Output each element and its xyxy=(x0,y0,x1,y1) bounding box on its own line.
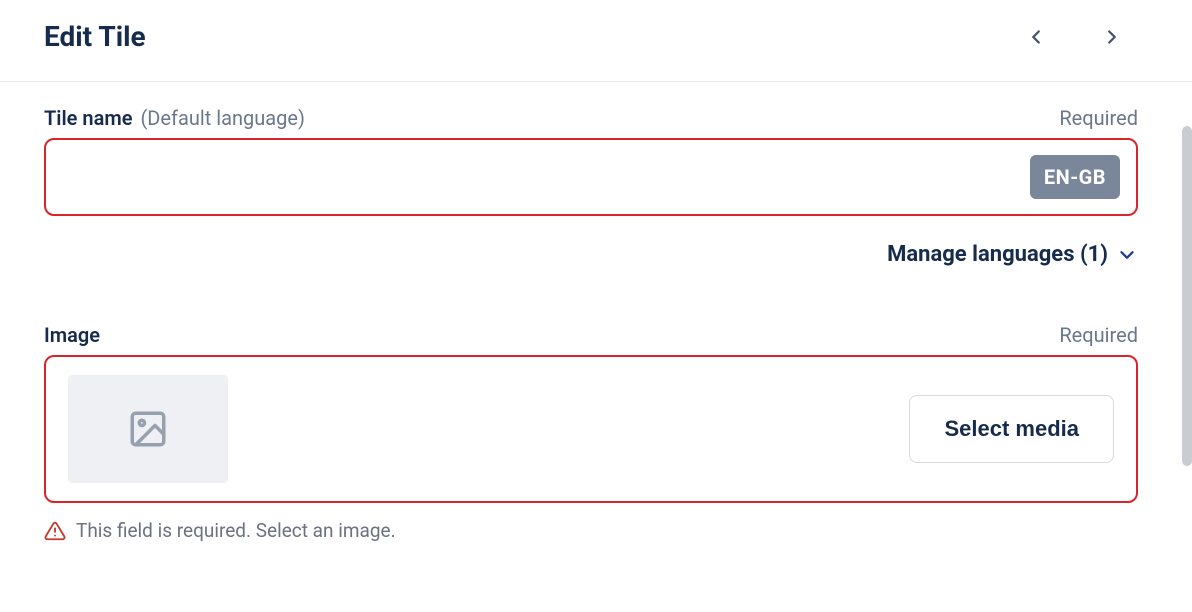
prev-button[interactable] xyxy=(1020,21,1052,53)
language-badge: EN-GB xyxy=(1030,155,1120,199)
scrollbar[interactable] xyxy=(1182,126,1192,466)
next-button[interactable] xyxy=(1096,21,1128,53)
manage-languages-label: Manage languages (1) xyxy=(887,242,1108,267)
manage-languages-toggle[interactable]: Manage languages (1) xyxy=(44,242,1138,267)
image-label-row: Image Required xyxy=(44,323,1138,347)
chevron-down-icon xyxy=(1116,244,1138,266)
image-error-text: This field is required. Select an image. xyxy=(76,519,396,542)
select-media-button[interactable]: Select media xyxy=(909,395,1114,463)
tile-name-label-row: Tile name (Default language) Required xyxy=(44,106,1138,130)
nav-arrows xyxy=(1020,21,1148,53)
warning-icon xyxy=(44,520,66,542)
image-field: Select media xyxy=(44,355,1138,503)
image-error-row: This field is required. Select an image. xyxy=(44,519,1138,542)
page-title: Edit Tile xyxy=(44,20,146,53)
tile-name-input-wrap: EN-GB xyxy=(44,138,1138,216)
chevron-right-icon xyxy=(1101,26,1123,48)
image-placeholder xyxy=(68,375,228,483)
image-icon xyxy=(127,408,169,450)
chevron-left-icon xyxy=(1025,26,1047,48)
image-label: Image xyxy=(44,323,100,347)
image-required: Required xyxy=(1059,323,1138,347)
tile-name-label: Tile name xyxy=(44,106,132,130)
tile-name-required: Required xyxy=(1059,106,1138,130)
tile-name-sublabel: (Default language) xyxy=(140,106,305,130)
tile-name-input[interactable] xyxy=(44,138,1138,216)
